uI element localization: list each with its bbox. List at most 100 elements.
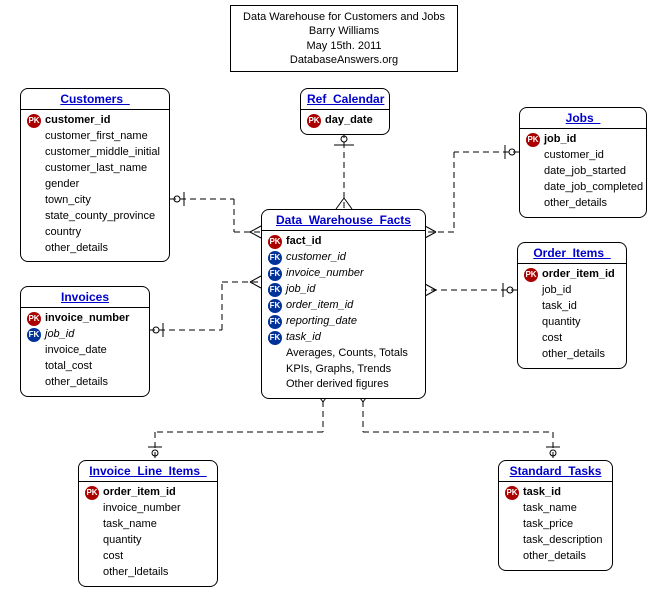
- attribute-row: other_details: [505, 549, 606, 565]
- attribute-row: customer_first_name: [27, 129, 163, 145]
- fk-icon: FK: [268, 267, 282, 281]
- entity-header: Order_Items_: [518, 243, 626, 264]
- pk-icon: PK: [505, 486, 519, 500]
- entity-body: PKfact_idFKcustomer_idFKinvoice_numberFK…: [262, 231, 425, 398]
- fk-icon: FK: [268, 283, 282, 297]
- attribute-label: other_details: [523, 549, 586, 565]
- entity-standard-tasks: Standard_Tasks PKtask_idtask_nametask_pr…: [498, 460, 613, 571]
- entity-body: PKinvoice_numberFKjob_idinvoice_datetota…: [21, 308, 149, 396]
- attribute-label: invoice_number: [103, 501, 181, 517]
- entity-header: Invoice_Line_Items_: [79, 461, 217, 482]
- attribute-label: day_date: [325, 113, 373, 129]
- attribute-label: KPIs, Graphs, Trends: [286, 362, 391, 378]
- attribute-label: quantity: [542, 315, 581, 331]
- entity-order-items: Order_Items_ PKorder_item_idjob_idtask_i…: [517, 242, 627, 369]
- attribute-label: order_item_id: [286, 298, 353, 314]
- attribute-label: date_job_started: [544, 164, 626, 180]
- attribute-label: task_name: [523, 501, 577, 517]
- attribute-row: task_id: [524, 299, 620, 315]
- entity-facts: Data_Warehouse_Facts PKfact_idFKcustomer…: [261, 209, 426, 399]
- attribute-row: gender: [27, 177, 163, 193]
- entity-jobs: Jobs_ PKjob_idcustomer_iddate_job_starte…: [519, 107, 647, 218]
- attribute-row: customer_id: [526, 148, 640, 164]
- entity-body: PKorder_item_idjob_idtask_idquantitycost…: [518, 264, 626, 368]
- entity-header: Invoices: [21, 287, 149, 308]
- attribute-row: state_county_province: [27, 209, 163, 225]
- attribute-label: task_price: [523, 517, 573, 533]
- attribute-label: customer_id: [45, 113, 110, 129]
- attribute-row: quantity: [85, 533, 211, 549]
- attribute-row: PK day_date: [307, 113, 383, 129]
- attribute-label: other_details: [45, 241, 108, 257]
- attribute-row: PKtask_id: [505, 485, 606, 501]
- entity-invoice-line-items: Invoice_Line_Items_ PKorder_item_idinvoi…: [78, 460, 218, 587]
- attribute-row: other_details: [27, 375, 143, 391]
- title-line-1: Data Warehouse for Customers and Jobs: [239, 10, 449, 24]
- attribute-row: task_price: [505, 517, 606, 533]
- attribute-row: job_id: [524, 283, 620, 299]
- attribute-label: job_id: [45, 327, 74, 343]
- attribute-label: customer_id: [286, 250, 346, 266]
- entity-body: PK customer_idcustomer_first_name customer…: [21, 110, 169, 261]
- attribute-label: invoice_date: [45, 343, 107, 359]
- pk-icon: PK: [27, 114, 41, 128]
- attribute-label: task_description: [523, 533, 603, 549]
- title-line-4: DatabaseAnswers.org: [239, 53, 449, 67]
- attribute-row: cost: [524, 331, 620, 347]
- attribute-row: town_city: [27, 193, 163, 209]
- entity-header: Standard_Tasks: [499, 461, 612, 482]
- entity-body: PKjob_idcustomer_iddate_job_starteddate_…: [520, 129, 646, 217]
- attribute-row: quantity: [524, 315, 620, 331]
- entity-body: PK day_date: [301, 110, 389, 134]
- attribute-row: PK customer_id: [27, 113, 163, 129]
- attribute-label: Averages, Counts, Totals: [286, 346, 408, 362]
- attribute-label: fact_id: [286, 234, 321, 250]
- attribute-row: cost: [85, 549, 211, 565]
- title-line-2: Barry Williams: [239, 24, 449, 38]
- pk-icon: PK: [307, 114, 321, 128]
- attribute-row: other_ldetails: [85, 565, 211, 581]
- attribute-label: country: [45, 225, 81, 241]
- attribute-label: other_details: [544, 196, 607, 212]
- attribute-row: FKreporting_date: [268, 314, 419, 330]
- attribute-row: invoice_date: [27, 343, 143, 359]
- attribute-row: task_description: [505, 533, 606, 549]
- attribute-label: quantity: [103, 533, 142, 549]
- attribute-label: cost: [103, 549, 123, 565]
- attribute-label: invoice_number: [286, 266, 364, 282]
- attribute-label: customer_last_name: [45, 161, 147, 177]
- attribute-row: FK invoice_number: [268, 266, 419, 282]
- pk-icon: PK: [27, 312, 41, 326]
- attribute-row: PK fact_id: [268, 234, 419, 250]
- attribute-row: Averages, Counts, Totals: [268, 346, 419, 362]
- attribute-row: other_details: [27, 241, 163, 257]
- attribute-label: town_city: [45, 193, 91, 209]
- attribute-label: total_cost: [45, 359, 92, 375]
- attribute-row: customer_last_name: [27, 161, 163, 177]
- attribute-row: task_name: [85, 517, 211, 533]
- fk-icon: FK: [27, 328, 41, 342]
- attribute-label: state_county_province: [45, 209, 155, 225]
- fk-icon: FK: [268, 299, 282, 313]
- attribute-label: reporting_date: [286, 314, 357, 330]
- attribute-row: FK task_id: [268, 330, 419, 346]
- attribute-label: task_name: [103, 517, 157, 533]
- attribute-row: Other derived figures: [268, 377, 419, 393]
- pk-icon: PK: [268, 235, 282, 249]
- attribute-label: task_id: [286, 330, 321, 346]
- entity-customers: Customers_ PK customer_idcustomer_first_n…: [20, 88, 170, 262]
- title-line-3: May 15th. 2011: [239, 39, 449, 53]
- entity-ref-calendar: Ref_Calendar PK day_date: [300, 88, 390, 135]
- attribute-row: FK job_id: [27, 327, 143, 343]
- attribute-row: other_details: [526, 196, 640, 212]
- entity-header: Jobs_: [520, 108, 646, 129]
- attribute-label: job_id: [542, 283, 571, 299]
- fk-icon: FK: [268, 331, 282, 345]
- attribute-label: cost: [542, 331, 562, 347]
- entity-invoices: Invoices PKinvoice_numberFKjob_idinvoice…: [20, 286, 150, 397]
- diagram-title: Data Warehouse for Customers and Jobs Ba…: [230, 5, 458, 72]
- entity-header: Ref_Calendar: [301, 89, 389, 110]
- attribute-label: task_id: [542, 299, 577, 315]
- pk-icon: PK: [526, 133, 540, 147]
- entity-header: Customers_: [21, 89, 169, 110]
